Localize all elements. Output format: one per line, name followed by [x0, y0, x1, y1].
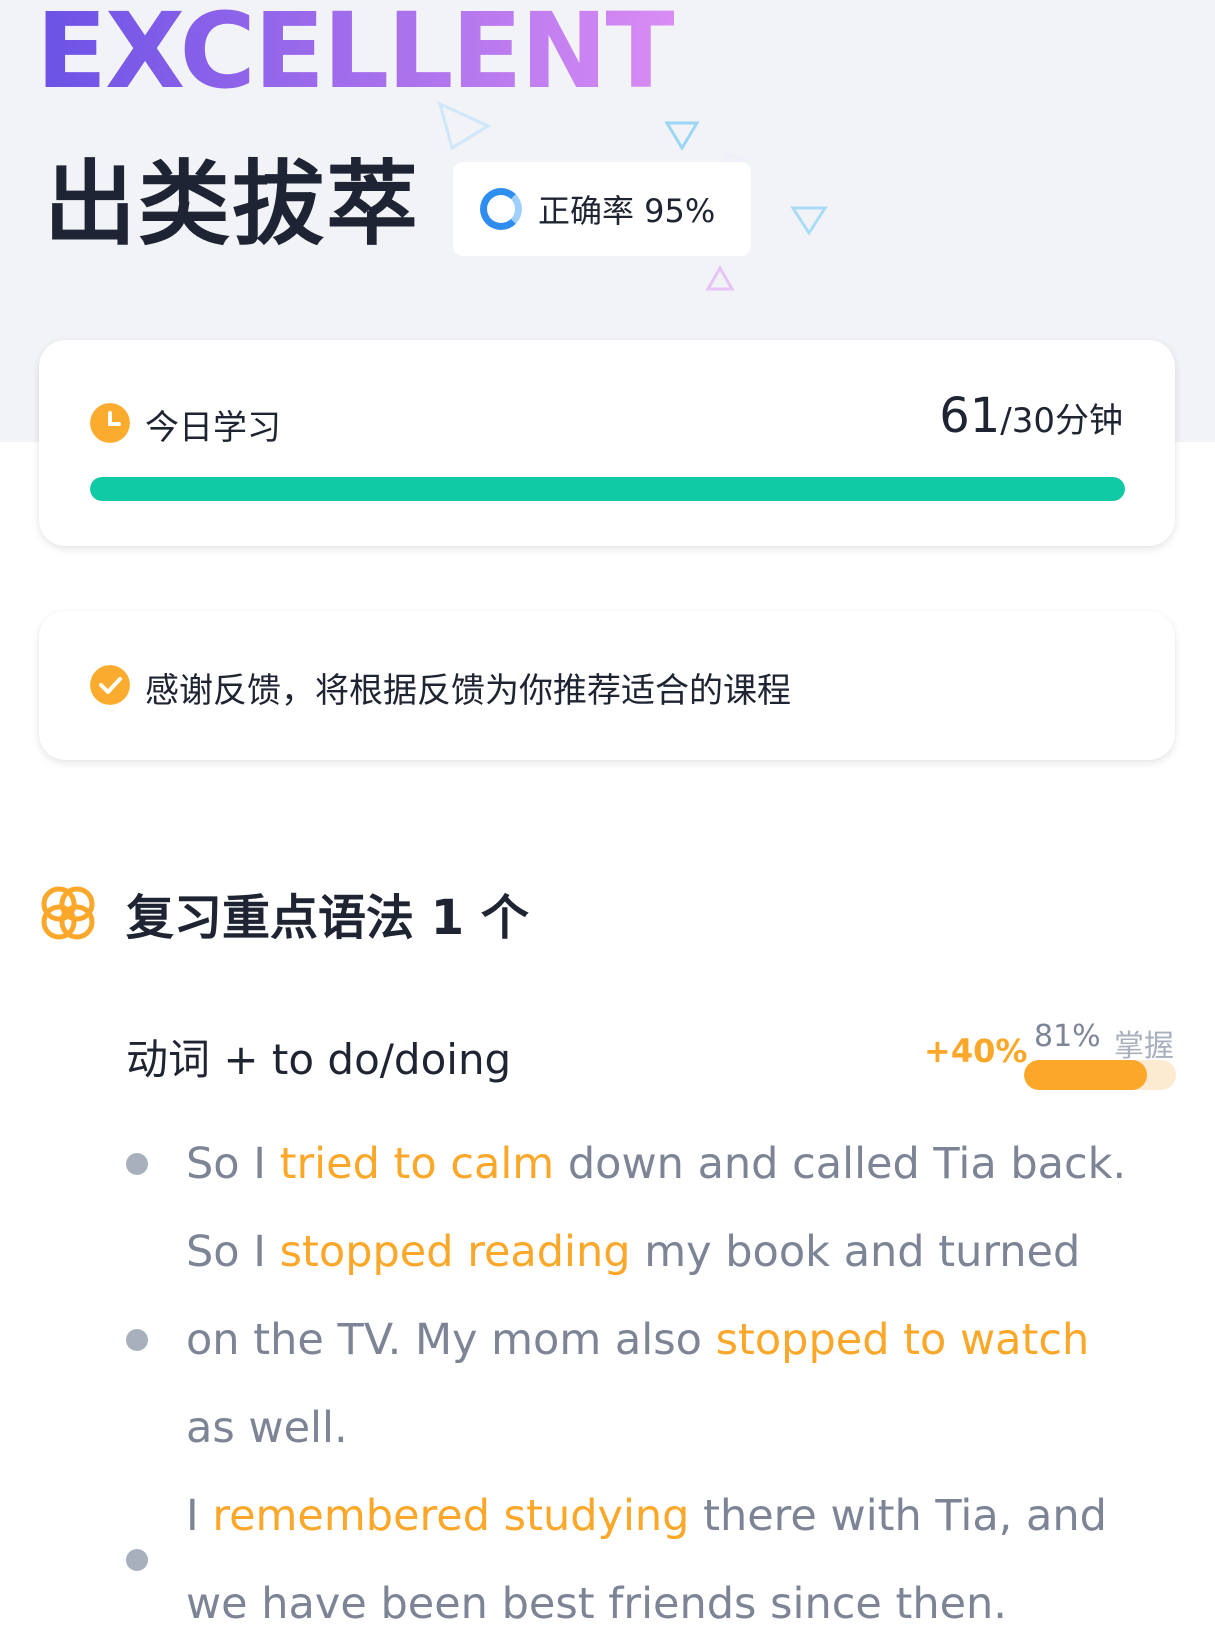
sentence-highlight: remembered studying — [212, 1491, 690, 1541]
example-sentence: So I tried to calm down and called Tia b… — [0, 1120, 1146, 1208]
study-label: 今日学习 — [145, 408, 281, 448]
decor-triangle-icon — [705, 265, 735, 291]
sentence-text: down and called Tia back. — [554, 1139, 1127, 1189]
decor-triangle-icon — [664, 121, 700, 151]
mastery-percent: 81% — [1034, 1019, 1101, 1054]
mastery-delta: +40% — [924, 1032, 1028, 1070]
sentence-text: So I — [186, 1139, 280, 1189]
example-sentence: So I stopped reading my book and turned … — [0, 1208, 1146, 1472]
bullet-dot — [126, 1153, 148, 1175]
sentence-text: as well. — [186, 1403, 348, 1453]
bullet-dot — [126, 1329, 148, 1351]
check-circle-icon — [90, 665, 130, 705]
accuracy-label: 正确率 95% — [538, 192, 716, 230]
feedback-message: 感谢反馈，将根据反馈为你推荐适合的课程 — [145, 671, 791, 711]
example-sentence: I remembered studying there with Tia, an… — [0, 1472, 1146, 1648]
study-time: 61/30分钟 — [939, 388, 1123, 444]
bullet-dot — [126, 1549, 148, 1571]
ring-chart-icon — [480, 188, 522, 230]
clock-icon — [90, 403, 130, 443]
study-goal: /30分钟 — [1000, 401, 1123, 441]
feedback-card: 感谢反馈，将根据反馈为你推荐适合的课程 — [39, 611, 1175, 760]
sentence-highlight: tried to calm — [279, 1139, 555, 1189]
page-title: 出类拔萃 — [44, 151, 421, 258]
review-title: 复习重点语法 1 个 — [126, 890, 529, 946]
decor-triangle-icon — [790, 206, 828, 236]
mastery-label: 掌握 — [1114, 1029, 1174, 1064]
sentence-text: So I — [186, 1227, 280, 1277]
sentence-highlight: stopped reading — [279, 1227, 631, 1277]
study-progress-bar — [90, 477, 1125, 501]
review-section-header: 复习重点语法 1 个 — [38, 878, 529, 948]
decor-triangle-icon — [437, 101, 492, 151]
grammar-point-name: 动词 + to do/doing — [126, 1035, 512, 1084]
accuracy-badge: 正确率 95% — [453, 162, 751, 256]
sentence-highlight: stopped to watch — [715, 1315, 1090, 1365]
mastery-bar — [1024, 1060, 1176, 1090]
mastery-bar-fill — [1024, 1060, 1148, 1090]
knot-icon — [41, 886, 95, 940]
example-list: So I tried to calm down and called Tia b… — [0, 1120, 1215, 1648]
study-progress-fill — [90, 477, 1125, 501]
study-card: 今日学习 61/30分钟 — [39, 340, 1175, 546]
sentence-text: I — [186, 1491, 213, 1541]
excellent-banner: EXCELLENT — [36, 0, 676, 108]
study-minutes: 61 — [939, 388, 1001, 444]
